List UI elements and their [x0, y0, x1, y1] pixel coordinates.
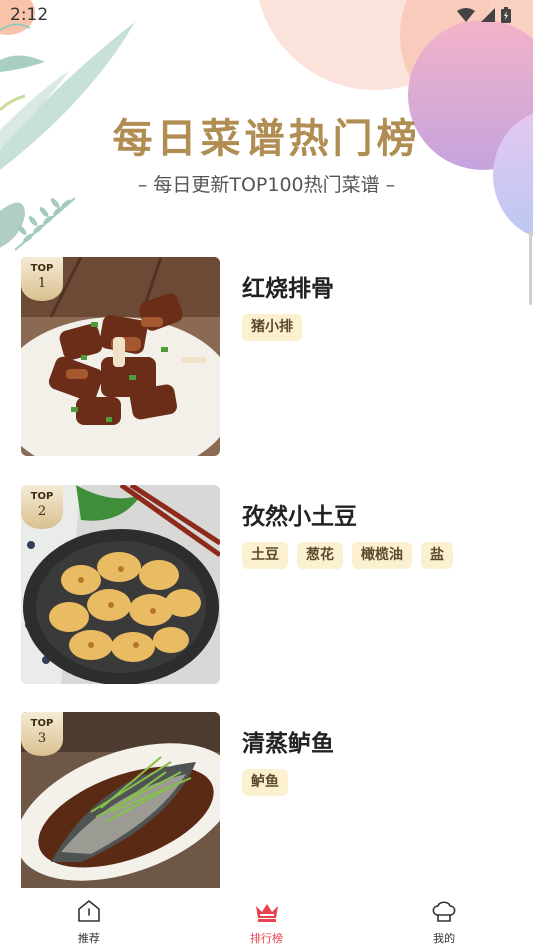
recipe-photo[interactable]: TOP 3 [21, 712, 220, 888]
rank-badge: TOP 2 [21, 485, 63, 529]
rank-badge: TOP 3 [21, 712, 63, 756]
wifi-icon [457, 8, 475, 22]
nav-label: 排行榜 [250, 932, 283, 945]
recipe-photo[interactable]: TOP 1 [21, 257, 220, 456]
rank-number: 1 [37, 276, 47, 291]
chef-hat-icon [432, 901, 456, 922]
rank-number: 2 [37, 504, 47, 519]
rank-badge: TOP 1 [21, 257, 63, 301]
crown-icon [255, 904, 278, 922]
recipe-card[interactable]: TOP 2 孜然小土豆 土豆 葱花 橄榄油 盐 [21, 485, 501, 685]
recipe-card[interactable]: TOP 1 红烧排骨 猪小排 [21, 257, 501, 457]
rank-label: TOP [30, 491, 54, 502]
status-icons [457, 7, 511, 23]
nav-label: 推荐 [77, 932, 100, 945]
recipe-name[interactable]: 红烧排骨 [242, 269, 334, 303]
ingredient-tag: 橄榄油 [352, 542, 412, 569]
signal-icon [481, 8, 495, 22]
battery-icon [501, 7, 511, 23]
rank-label: TOP [30, 718, 54, 729]
ingredient-tag: 盐 [421, 542, 453, 569]
ingredient-tag: 土豆 [242, 542, 288, 569]
ingredient-tag: 葱花 [297, 542, 343, 569]
recipe-name[interactable]: 清蒸鲈鱼 [242, 724, 334, 758]
status-bar: 2:12 [0, 0, 533, 30]
ingredient-tags: 鲈鱼 [242, 769, 288, 796]
nav-item-recommend[interactable]: 推荐 [0, 888, 178, 948]
recipe-name[interactable]: 孜然小土豆 [242, 497, 357, 531]
nav-label: 我的 [433, 932, 456, 945]
ingredient-tag: 鲈鱼 [242, 769, 288, 796]
scrollbar[interactable] [529, 230, 532, 305]
nav-item-mine[interactable]: 我的 [355, 888, 533, 948]
nav-item-ranking[interactable]: 排行榜 [178, 888, 356, 948]
recipe-card[interactable]: TOP 3 清蒸鲈鱼 鲈鱼 [21, 712, 501, 888]
recipe-photo[interactable]: TOP 2 [21, 485, 220, 684]
ingredient-tag: 猪小排 [242, 314, 302, 341]
home-icon [78, 900, 100, 922]
page-subtitle: – 每日更新TOP100热门菜谱 – [137, 174, 396, 196]
bottom-nav: 推荐 排行榜 我的 [0, 888, 533, 948]
status-time: 2:12 [10, 5, 49, 25]
ingredient-tags: 土豆 葱花 橄榄油 盐 [242, 542, 453, 569]
rank-number: 3 [37, 731, 47, 746]
ingredient-tags: 猪小排 [242, 314, 302, 341]
page-title: 每日菜谱热门榜 [112, 115, 421, 162]
rank-label: TOP [30, 263, 54, 274]
